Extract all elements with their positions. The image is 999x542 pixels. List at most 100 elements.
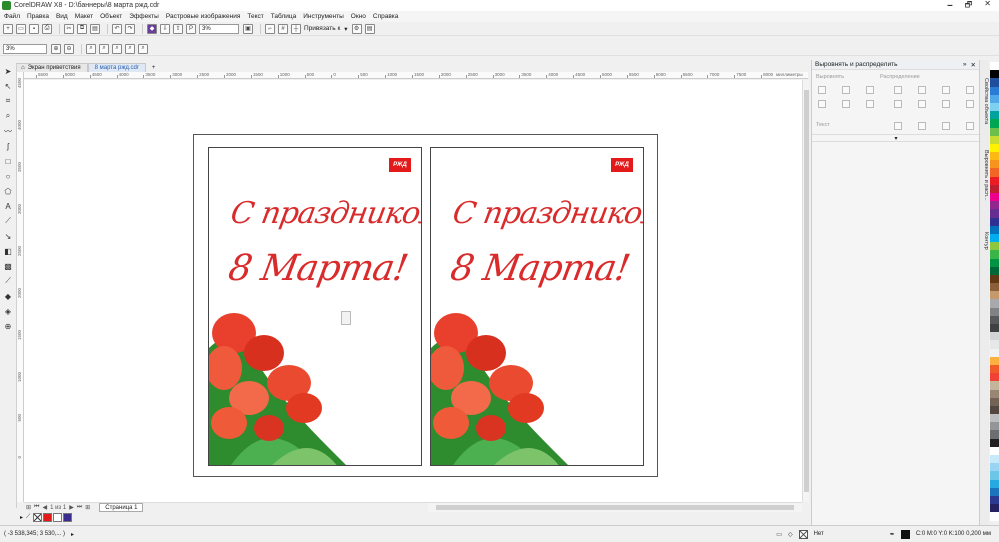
menu-tools[interactable]: Инструменты xyxy=(303,13,344,20)
palette-swatch[interactable] xyxy=(990,62,999,71)
corel-connect-icon[interactable]: ◆ xyxy=(147,23,157,34)
palette-swatch[interactable] xyxy=(990,233,999,243)
palette-swatch[interactable] xyxy=(990,332,999,341)
align-to-grid-icon[interactable] xyxy=(966,122,974,130)
docker-expand-toggle[interactable]: ▾ xyxy=(812,134,980,142)
color-swatch-red[interactable] xyxy=(43,512,53,522)
undo-icon[interactable]: ↶ xyxy=(112,23,122,34)
grid-icon[interactable]: # xyxy=(278,23,288,34)
palette-swatch[interactable] xyxy=(990,168,999,177)
tab-align-distribute[interactable]: Выровнять и расп... xyxy=(981,150,989,201)
scroll-thumb[interactable] xyxy=(436,505,794,510)
no-color-swatch[interactable] xyxy=(33,512,43,522)
menu-help[interactable]: Справка xyxy=(373,13,399,20)
scroll-thumb[interactable] xyxy=(804,90,809,492)
palette-swatch[interactable] xyxy=(990,405,999,415)
palette-swatch[interactable] xyxy=(990,381,999,390)
palette-swatch[interactable] xyxy=(990,111,999,120)
page-tab[interactable]: Страница 1 xyxy=(99,503,144,512)
palette-swatch[interactable] xyxy=(990,225,999,234)
align-bottom-icon[interactable] xyxy=(866,100,874,108)
zoom-page-width-icon[interactable]: ⌕ xyxy=(125,43,135,54)
freehand-tool-icon[interactable]: 〰 xyxy=(3,126,13,136)
palette-swatch[interactable] xyxy=(990,94,999,103)
palette-swatch[interactable] xyxy=(990,479,999,488)
pick-tool-icon[interactable]: ➤ xyxy=(3,66,13,76)
palette-swatch[interactable] xyxy=(990,102,999,112)
distribute-bottom-icon[interactable] xyxy=(942,100,950,108)
palette-swatch[interactable] xyxy=(990,364,999,374)
palette-swatch[interactable] xyxy=(990,397,999,406)
close-icon[interactable]: ✕ xyxy=(971,61,976,69)
palette-swatch[interactable] xyxy=(990,291,999,300)
pdf-icon[interactable]: P xyxy=(186,23,196,34)
first-page-icon[interactable]: ⏮ xyxy=(34,504,39,511)
tab-contour[interactable]: Контур xyxy=(981,232,989,250)
palette-swatch[interactable] xyxy=(990,315,999,324)
distribute-spacing-icon[interactable] xyxy=(966,86,974,94)
palette-swatch[interactable] xyxy=(990,422,999,431)
palette-swatch[interactable] xyxy=(990,217,999,226)
palette-swatch[interactable] xyxy=(990,504,999,513)
vertical-ruler[interactable]: 4500 4000 3500 3000 2500 2000 1500 1000 500 0 xyxy=(17,72,24,502)
palette-swatch[interactable] xyxy=(990,135,999,144)
palette-swatch[interactable] xyxy=(990,184,999,193)
eyedropper-icon[interactable]: ⟋ xyxy=(3,276,13,286)
text-tool-icon[interactable]: A xyxy=(3,201,13,211)
align-to-center-icon[interactable] xyxy=(942,122,950,130)
palette-swatch[interactable] xyxy=(990,119,999,128)
palette-swatch[interactable] xyxy=(990,299,999,308)
color-swatch-white[interactable] xyxy=(53,512,63,522)
align-left-icon[interactable] xyxy=(818,86,826,94)
new-tab-button[interactable]: + xyxy=(146,63,162,72)
zoom-levels-select[interactable]: 3% xyxy=(3,43,47,54)
distribute-v-spacing-icon[interactable] xyxy=(966,100,974,108)
paste-icon[interactable]: ▤ xyxy=(90,23,100,34)
palette-swatch[interactable] xyxy=(990,471,999,480)
menu-edit[interactable]: Правка xyxy=(27,13,49,20)
palette-swatch[interactable] xyxy=(990,414,999,423)
palette-swatch[interactable] xyxy=(990,340,999,349)
zoom-out-icon[interactable]: ⊖ xyxy=(64,43,74,54)
distribute-left-icon[interactable] xyxy=(894,86,902,94)
palette-swatch[interactable] xyxy=(990,250,999,259)
palette-swatch[interactable] xyxy=(990,242,999,251)
palette-swatch[interactable] xyxy=(990,193,999,202)
palette-swatch[interactable] xyxy=(990,438,999,447)
menu-object[interactable]: Объект xyxy=(100,13,122,20)
crop-tool-icon[interactable]: ⌗ xyxy=(3,96,13,106)
last-page-icon[interactable]: ⏭ xyxy=(77,504,82,511)
polygon-tool-icon[interactable]: ⬠ xyxy=(3,186,13,196)
palette-swatch[interactable] xyxy=(990,430,999,439)
ellipse-tool-icon[interactable]: ○ xyxy=(3,171,13,181)
next-page-icon[interactable]: ▶ xyxy=(69,504,74,511)
menu-effects[interactable]: Эффекты xyxy=(129,13,159,20)
distribute-top-icon[interactable] xyxy=(894,100,902,108)
align-right-icon[interactable] xyxy=(866,86,874,94)
menu-window[interactable]: Окно xyxy=(351,13,366,20)
add-page-icon[interactable]: ⊞ xyxy=(85,504,90,511)
distribute-middle-icon[interactable] xyxy=(918,100,926,108)
zoom-page-height-icon[interactable]: ⌕ xyxy=(138,43,148,54)
palette-swatch[interactable] xyxy=(990,283,999,292)
smart-fill-icon[interactable]: ◈ xyxy=(3,306,13,316)
launch-icon[interactable]: ▤ xyxy=(364,23,375,34)
palette-swatch[interactable] xyxy=(990,70,999,79)
palette-swatch[interactable] xyxy=(990,446,999,455)
align-to-icon[interactable] xyxy=(894,122,902,130)
palette-swatch[interactable] xyxy=(990,160,999,169)
parallel-dimension-icon[interactable]: ⟋ xyxy=(3,216,13,226)
menu-view[interactable]: Вид xyxy=(56,13,68,20)
connector-tool-icon[interactable]: ↘ xyxy=(3,231,13,241)
new-document-icon[interactable]: + xyxy=(3,23,13,34)
zoom-tool-icon[interactable]: ⌕ xyxy=(3,111,13,121)
shape-tool-icon[interactable]: ↖ xyxy=(3,81,13,91)
color-swatch-purple[interactable] xyxy=(63,512,73,522)
cut-icon[interactable]: ✂ xyxy=(64,23,74,34)
page-add-icon[interactable]: ⊞ xyxy=(26,504,31,511)
align-to-page-icon[interactable] xyxy=(918,122,926,130)
zoom-all-objects-icon[interactable]: ⌕ xyxy=(99,43,109,54)
status-arrow-icon[interactable]: ▸ xyxy=(71,531,74,538)
horizontal-scrollbar[interactable] xyxy=(428,502,802,512)
palette-swatch[interactable] xyxy=(990,495,999,505)
